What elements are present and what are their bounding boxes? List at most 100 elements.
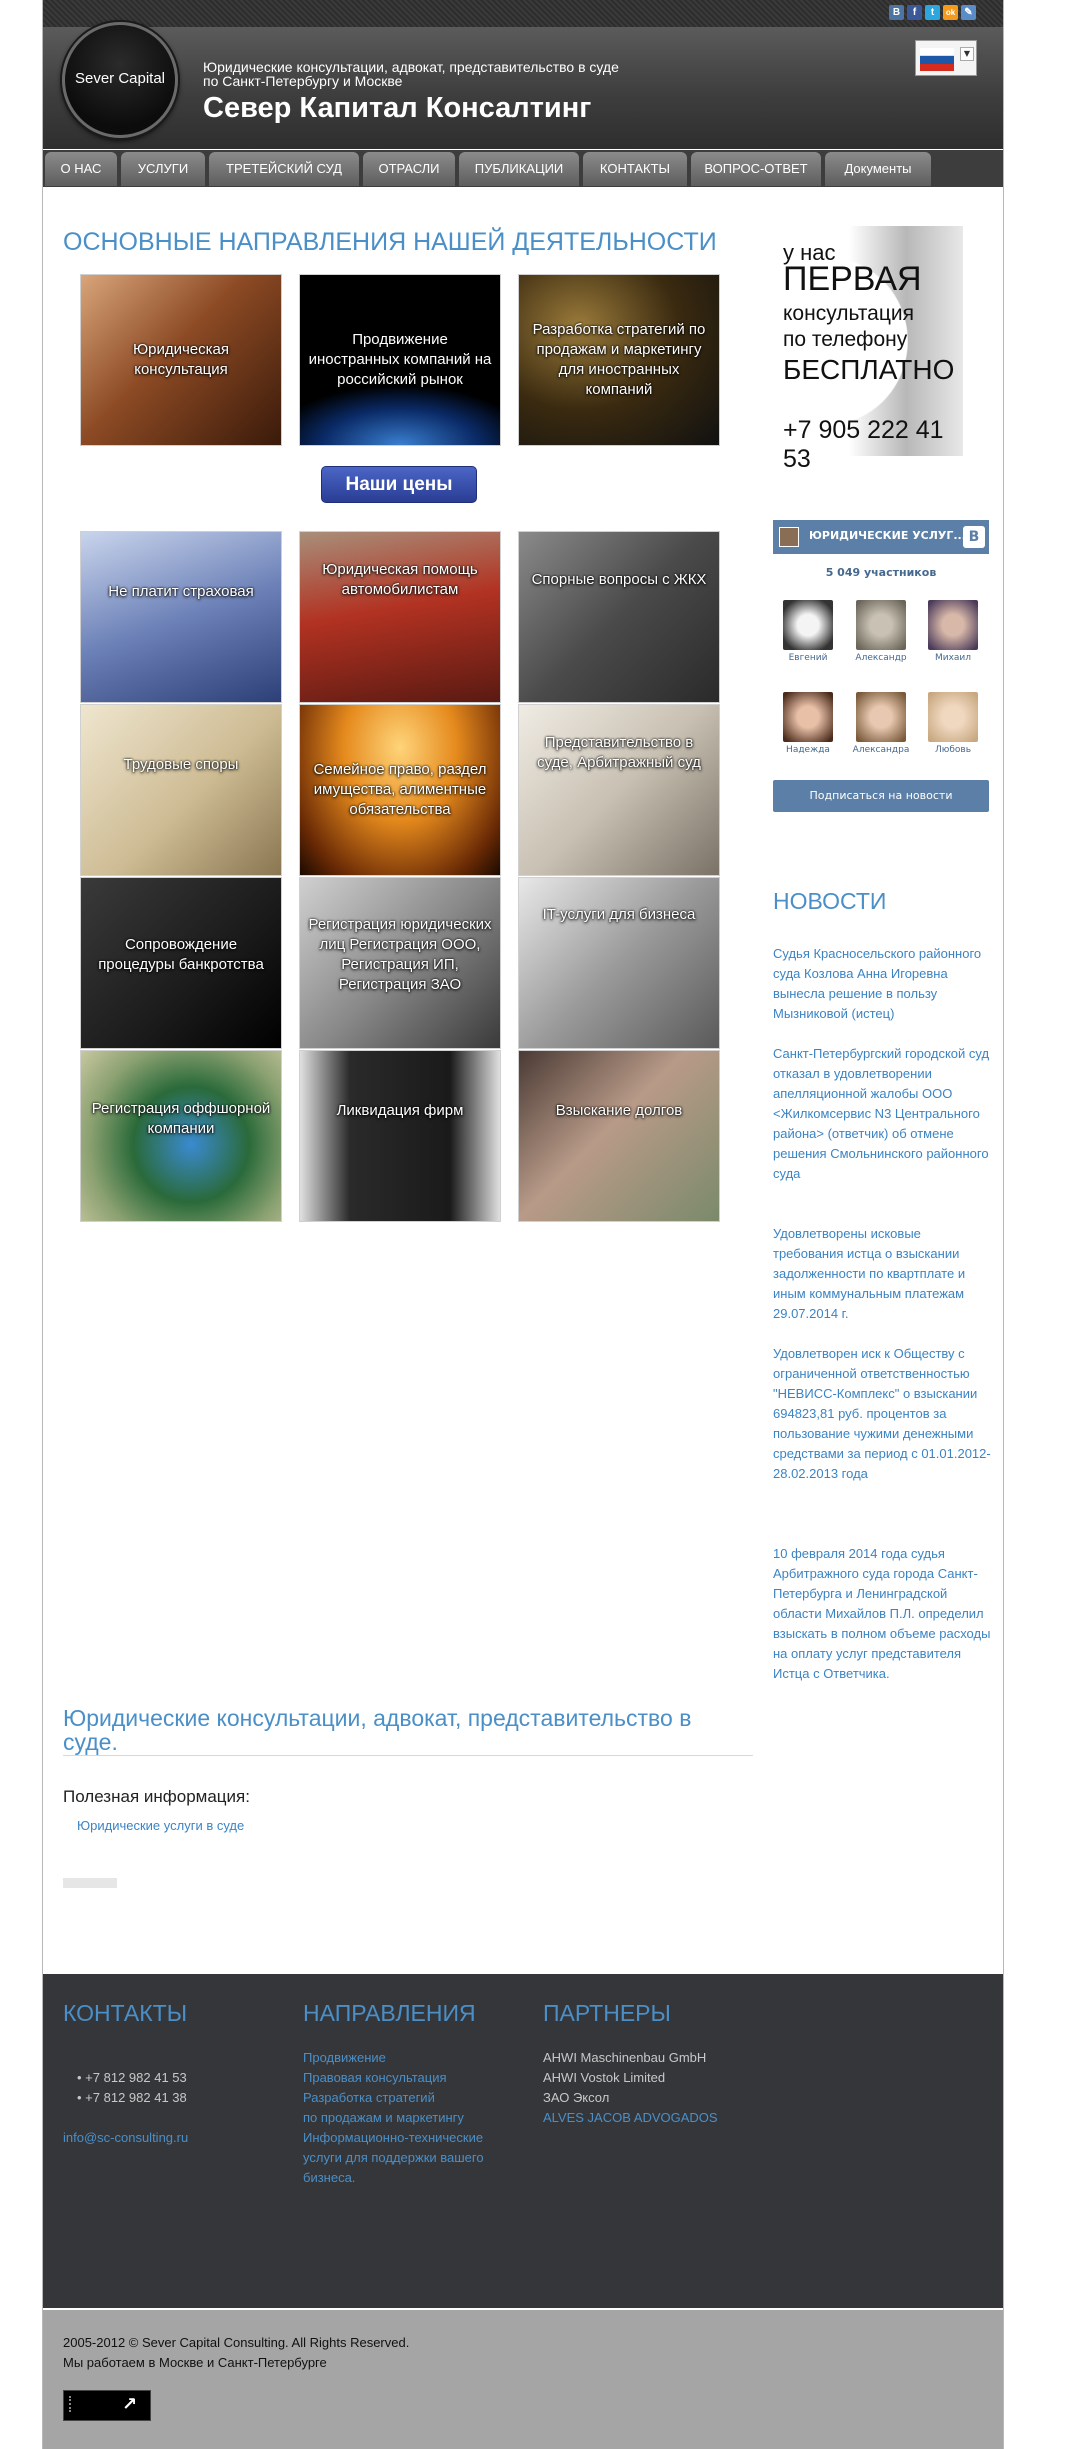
divider — [63, 1755, 753, 1756]
vk-member[interactable]: Любовь — [923, 692, 983, 755]
tile-label: Юридическая консультация — [132, 341, 230, 378]
copyright-line-1: 2005-2012 © Sever Capital Consulting. Al… — [63, 2335, 410, 2350]
odnoklassniki-share-icon[interactable]: ok — [943, 5, 958, 20]
direction-link[interactable]: бизнеса. — [303, 2168, 484, 2188]
facebook-share-icon[interactable]: f — [907, 5, 922, 20]
placeholder-bar — [63, 1878, 117, 1888]
footer-partners-title: ПАРТНЕРЫ — [543, 2000, 671, 2026]
tile-motorists[interactable]: Юридическая помощь автомобилистам — [299, 531, 501, 703]
site-title[interactable]: Север Капитал Консалтинг — [203, 92, 591, 125]
footer-bottom — [43, 2310, 1003, 2449]
news-item[interactable]: Санкт-Петербургский городской суд отказа… — [773, 1044, 991, 1184]
vk-widget-header[interactable]: ЮРИДИЧЕСКИЕ УСЛУГ... В — [773, 520, 989, 554]
tile-offshore[interactable]: Регистрация оффшорной компании — [80, 1050, 282, 1222]
vk-member[interactable]: Александра — [851, 692, 911, 755]
tile-label: Регистрация оффшорной компании — [91, 1100, 271, 1137]
vk-group-name: ЮРИДИЧЕСКИЕ УСЛУГ... — [809, 529, 966, 542]
direction-link[interactable]: Продвижение — [303, 2048, 484, 2068]
tile-label: Регистрация юридических лиц Регистрация … — [308, 915, 492, 993]
copyright-line-2: Мы работаем в Москве и Санкт-Петербурге — [63, 2355, 327, 2370]
tile-label: Сопровождение процедуры банкротства — [98, 935, 264, 973]
nav-publications[interactable]: ПУБЛИКАЦИИ — [459, 152, 579, 186]
avatar — [856, 600, 906, 650]
tile-label: Разработка стратегий по продажам и марке… — [532, 321, 706, 398]
footer-email[interactable]: info@sc-consulting.ru — [63, 2128, 188, 2148]
tile-family-law[interactable]: Семейное право, раздел имущества, алимен… — [299, 704, 501, 876]
tile-label: Семейное право, раздел имущества, алимен… — [313, 761, 487, 818]
nav-industries[interactable]: ОТРАСЛИ — [363, 152, 455, 186]
footer-phone-1: • +7 812 982 41 53 — [77, 2070, 187, 2085]
nav-documents[interactable]: Документы — [825, 152, 931, 186]
free-consultation-banner[interactable]: у нас ПЕРВАЯ консультация по телефону БЕ… — [773, 226, 963, 473]
tile-label: Спорные вопросы с ЖКХ — [531, 570, 707, 588]
direction-link[interactable]: Разработка стратегий — [303, 2088, 484, 2108]
tile-legal-consultation[interactable]: Юридическая консультация — [80, 274, 282, 446]
direction-link[interactable]: услуги для поддержки вашего — [303, 2148, 484, 2168]
useful-info-link[interactable]: Юридические услуги в суде — [77, 1818, 244, 1833]
vk-group-widget: ЮРИДИЧЕСКИЕ УСЛУГ... В 5 049 участников … — [773, 520, 989, 815]
vk-member[interactable]: Евгений — [778, 600, 838, 663]
site-header — [43, 27, 1003, 149]
tile-labor-disputes[interactable]: Трудовые споры — [80, 704, 282, 876]
arrow-icon: ↗ — [122, 2394, 138, 2415]
page: В f t ok ✎ Sever Capital Юридические кон… — [42, 0, 1004, 2449]
tile-sales-strategy[interactable]: Разработка стратегий по продажам и марке… — [518, 274, 720, 446]
vk-member-name: Александра — [852, 745, 910, 755]
vk-member[interactable]: Надежда — [778, 692, 838, 755]
tile-foreign-companies[interactable]: Продвижение иностранных компаний на росс… — [299, 274, 501, 446]
vk-subscribe-button[interactable]: Подписаться на новости — [773, 780, 989, 812]
section-title: ОСНОВНЫЕ НАПРАВЛЕНИЯ НАШЕЙ ДЕЯТЕЛЬНОСТИ — [63, 228, 717, 256]
visitor-counter[interactable]: ↗ — [63, 2390, 151, 2421]
tile-it-services[interactable]: IT-услуги для бизнеса — [518, 877, 720, 1049]
main-nav: О НАС УСЛУГИ ТРЕТЕЙСКИЙ СУД ОТРАСЛИ ПУБЛ… — [43, 150, 1003, 187]
chevron-down-icon[interactable]: ▼ — [960, 47, 974, 61]
avatar — [928, 692, 978, 742]
tile-company-registration[interactable]: Регистрация юридических лиц Регистрация … — [299, 877, 501, 1049]
tile-debt-collection[interactable]: Взыскание долгов — [518, 1050, 720, 1222]
tile-bankruptcy[interactable]: Сопровождение процедуры банкротства — [80, 877, 282, 1049]
nav-contacts[interactable]: КОНТАКТЫ — [583, 152, 687, 186]
tile-label: Не платит страховая — [108, 582, 254, 600]
news-item[interactable]: Судья Красносельского районного суда Коз… — [773, 944, 991, 1024]
vk-member[interactable]: Александр — [851, 600, 911, 663]
tile-insurance[interactable]: Не платит страховая — [80, 531, 282, 703]
tile-label: Ликвидация фирм — [336, 1101, 464, 1119]
tile-label: Юридическая помощь автомобилистам — [322, 560, 478, 598]
avatar — [856, 692, 906, 742]
vk-member-name: Евгений — [788, 653, 828, 663]
nav-services[interactable]: УСЛУГИ — [121, 152, 205, 186]
footer-directions-title: НАПРАВЛЕНИЯ — [303, 2000, 476, 2026]
vk-member-name: Любовь — [934, 745, 971, 755]
tile-court-representation[interactable]: Представительство в суде, Арбитражный су… — [518, 704, 720, 876]
group-avatar — [779, 527, 799, 547]
twitter-share-icon[interactable]: t — [925, 5, 940, 20]
avatar — [783, 692, 833, 742]
tile-liquidation[interactable]: Ликвидация фирм — [299, 1050, 501, 1222]
vk-member-name: Михаил — [934, 653, 972, 663]
language-select[interactable]: ▼ — [915, 40, 977, 76]
news-item[interactable]: Удовлетворены исковые требования истца о… — [773, 1224, 991, 1324]
bottom-heading: Юридические консультации, адвокат, предс… — [63, 1705, 692, 1755]
vk-share-icon[interactable]: В — [889, 5, 904, 20]
news-item[interactable]: 10 февраля 2014 года судья Арбитражного … — [773, 1544, 991, 1684]
phone-number: +7 812 982 41 38 — [85, 2090, 187, 2105]
nav-faq[interactable]: ВОПРОС-ОТВЕТ — [691, 152, 821, 186]
direction-link[interactable]: по продажам и маркетингу — [303, 2108, 484, 2128]
phone-number: +7 812 982 41 53 — [85, 2070, 187, 2085]
logo[interactable]: Sever Capital — [62, 22, 178, 138]
direction-link[interactable]: Информационно-технические — [303, 2128, 484, 2148]
nav-arbitration[interactable]: ТРЕТЕЙСКИЙ СУД — [209, 152, 359, 186]
vk-member[interactable]: Михаил — [923, 600, 983, 663]
partner-name: ЗАО Эксол — [543, 2090, 610, 2105]
avatar — [928, 600, 978, 650]
news-item[interactable]: Удовлетворен иск к Обществу с ограниченн… — [773, 1344, 991, 1484]
tile-label: Трудовые споры — [123, 755, 239, 773]
tile-housing[interactable]: Спорные вопросы с ЖКХ — [518, 531, 720, 703]
direction-link[interactable]: Правовая консультация — [303, 2068, 484, 2088]
nav-about[interactable]: О НАС — [45, 152, 117, 186]
prices-button[interactable]: Наши цены — [321, 466, 477, 503]
vk-members-count: 5 049 участников — [825, 566, 937, 579]
partner-link[interactable]: ALVES JACOB ADVOGADOS — [543, 2108, 718, 2128]
tile-label: Продвижение иностранных компаний на росс… — [308, 331, 492, 388]
livejournal-share-icon[interactable]: ✎ — [961, 5, 976, 20]
